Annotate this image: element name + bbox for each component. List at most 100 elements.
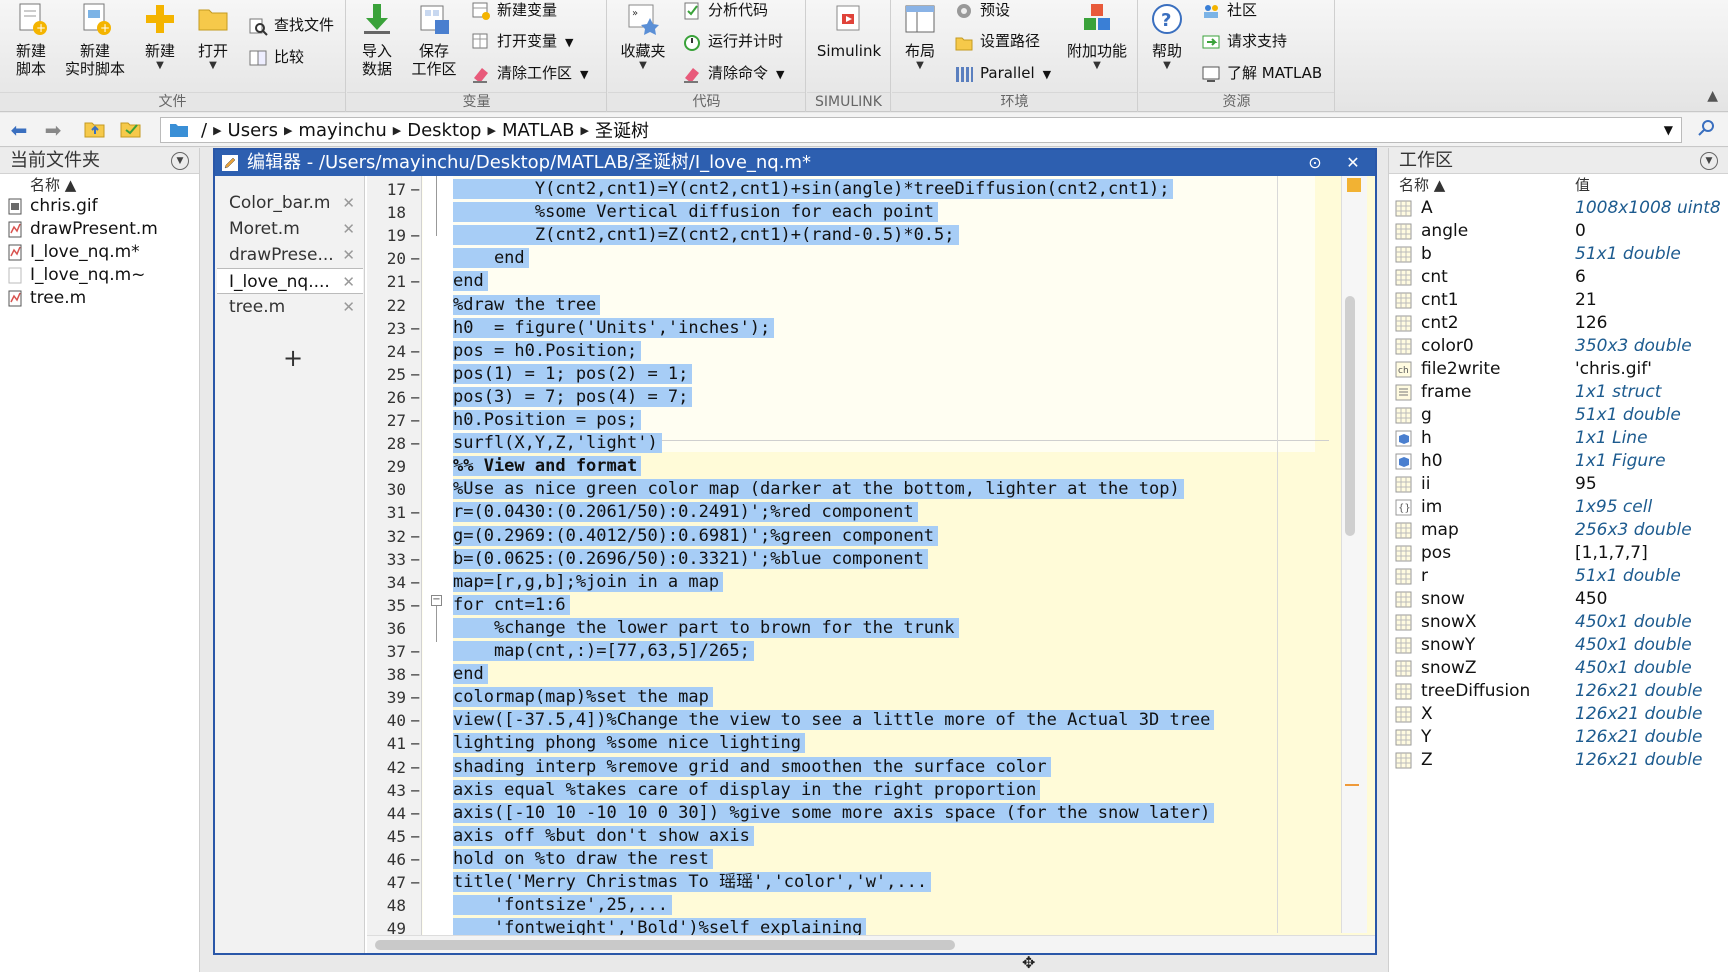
workspace-variable-row[interactable]: Z 126x21 double — [1389, 749, 1728, 772]
workspace-variable-row[interactable]: h 1x1 Line — [1389, 427, 1728, 450]
name-column-header[interactable]: 名称 ▲ — [1399, 174, 1445, 195]
code-line[interactable]: axis([-10 10 -10 10 0 30]) %give some mo… — [453, 802, 1215, 825]
new-button[interactable]: 新建 ▼ — [138, 0, 182, 90]
preferences-button[interactable]: 预设 — [954, 0, 1010, 25]
value-column-header[interactable]: 值 — [1575, 174, 1590, 195]
find-files-button[interactable]: 查找文件 — [248, 12, 334, 40]
breakpoint-marker-icon[interactable]: − — [410, 317, 420, 340]
line-number[interactable]: 23− — [367, 317, 422, 340]
breakpoint-marker-icon[interactable]: − — [410, 848, 420, 871]
breakpoint-marker-icon[interactable]: − — [410, 825, 420, 848]
breakpoint-marker-icon[interactable]: − — [410, 501, 420, 524]
line-number[interactable]: 43− — [367, 779, 422, 802]
code-line[interactable]: pos(1) = 1; pos(2) = 1; — [453, 363, 693, 386]
code-area[interactable]: 17−18 19−20−21−22 23−24−25−26−27−28−29 30 31… — [367, 176, 1375, 953]
line-number[interactable]: 27− — [367, 409, 422, 432]
breakpoint-marker-icon[interactable]: − — [410, 409, 420, 432]
fold-toggle-icon[interactable]: − — [431, 595, 442, 606]
breakpoint-marker-icon[interactable]: − — [410, 270, 420, 293]
code-line[interactable]: surfl(X,Y,Z,'light') — [453, 432, 662, 455]
workspace-variable-row[interactable]: frame 1x1 struct — [1389, 381, 1728, 404]
breakpoint-marker-icon[interactable]: − — [410, 363, 420, 386]
import-data-button[interactable]: 导入 数据 — [355, 0, 399, 90]
workspace-variable-row[interactable]: cnt 6 — [1389, 266, 1728, 289]
close-tab-icon[interactable]: ✕ — [342, 216, 355, 242]
breakpoint-marker-icon[interactable]: − — [410, 548, 420, 571]
path-segment-root[interactable]: / — [201, 120, 207, 141]
line-number[interactable]: 19− — [367, 224, 422, 247]
code-line[interactable]: map=[r,g,b];%join in a map — [453, 571, 724, 594]
add-tab-button[interactable]: + — [283, 344, 303, 372]
code-line[interactable]: Z(cnt2,cnt1)=Z(cnt2,cnt1)+(rand-0.5)*0.5… — [453, 224, 959, 247]
code-line[interactable]: h0 = figure('Units','inches'); — [453, 317, 775, 340]
breakpoint-marker-icon[interactable]: − — [410, 386, 420, 409]
path-segment[interactable]: 圣诞树 — [595, 117, 649, 143]
editor-menu-icon[interactable]: ⊙ — [1305, 153, 1325, 173]
code-line[interactable]: axis equal %takes care of display in the… — [453, 779, 1041, 802]
workspace-variable-row[interactable]: g 51x1 double — [1389, 404, 1728, 427]
line-number[interactable]: 42− — [367, 756, 422, 779]
workspace-variable-row[interactable]: {} im 1x95 cell — [1389, 496, 1728, 519]
path-dropdown-icon[interactable]: ▼ — [1664, 123, 1673, 137]
addons-button[interactable]: 附加功能 ▼ — [1062, 0, 1132, 90]
breakpoint-marker-icon[interactable]: − — [410, 340, 420, 363]
search-icon[interactable] — [1694, 118, 1720, 142]
analyze-code-button[interactable]: 分析代码 — [682, 0, 768, 25]
clear-commands-button[interactable]: 清除命令 ▼ — [682, 60, 784, 88]
line-number[interactable]: 22 — [367, 294, 422, 317]
vertical-scroll-thumb[interactable] — [1345, 296, 1355, 536]
workspace-variable-row[interactable]: Y 126x21 double — [1389, 726, 1728, 749]
code-line[interactable]: pos(3) = 7; pos(4) = 7; — [453, 386, 693, 409]
panel-menu-icon[interactable]: ▼ — [1700, 152, 1718, 170]
editor-tab[interactable]: Moret.m ✕ — [217, 216, 363, 242]
breakpoint-marker-icon[interactable]: − — [410, 594, 420, 617]
editor-tab[interactable]: tree.m ✕ — [217, 294, 363, 320]
code-line[interactable]: r=(0.0430:(0.2061/50):0.2491)';%red comp… — [453, 501, 918, 524]
file-list-item[interactable]: tree.m — [0, 287, 200, 310]
workspace-variable-row[interactable]: r 51x1 double — [1389, 565, 1728, 588]
layout-button[interactable]: 布局 ▼ — [900, 0, 940, 90]
breakpoint-marker-icon[interactable]: − — [410, 709, 420, 732]
save-workspace-button[interactable]: 保存 工作区 — [407, 0, 461, 90]
breakpoint-marker-icon[interactable]: − — [410, 571, 420, 594]
line-number[interactable]: 34− — [367, 571, 422, 594]
line-number[interactable]: 47− — [367, 871, 422, 894]
code-line[interactable]: view([-37.5,4])%Change the view to see a… — [453, 709, 1215, 732]
line-number[interactable]: 24− — [367, 340, 422, 363]
file-list-item[interactable]: chris.gif — [0, 195, 200, 218]
workspace-variable-row[interactable]: treeDiffusion 126x21 double — [1389, 680, 1728, 703]
code-line[interactable]: %some Vertical diffusion for each point — [453, 201, 939, 224]
workspace-variable-row[interactable]: snowZ 450x1 double — [1389, 657, 1728, 680]
breakpoint-marker-icon[interactable]: − — [410, 640, 420, 663]
line-number[interactable]: 36 — [367, 617, 422, 640]
path-field[interactable]: / ▶ Users ▶ mayinchu ▶ Desktop ▶ MATLAB ▶ 圣诞树… — [160, 117, 1682, 143]
up-folder-icon[interactable] — [82, 118, 108, 142]
breakpoint-marker-icon[interactable]: − — [410, 525, 420, 548]
horizontal-scroll-thumb[interactable] — [375, 940, 955, 950]
close-tab-icon[interactable]: ✕ — [342, 269, 355, 295]
code-line[interactable]: lighting phong %some nice lighting — [453, 732, 805, 755]
breakpoint-marker-icon[interactable]: − — [410, 802, 420, 825]
new-live-script-button[interactable]: + 新建 实时脚本 — [62, 0, 128, 90]
breakpoint-marker-icon[interactable]: − — [410, 178, 420, 201]
code-line[interactable]: for cnt=1:6 — [453, 594, 570, 617]
back-arrow-icon[interactable]: ⬅ — [6, 118, 32, 142]
new-variable-button[interactable]: 新建变量 — [471, 0, 557, 25]
line-number[interactable]: 31− — [367, 501, 422, 524]
breakpoint-marker-icon[interactable]: − — [410, 663, 420, 686]
vertical-scrollbar[interactable] — [1341, 176, 1367, 933]
code-line[interactable]: end — [453, 663, 488, 686]
code-line[interactable]: shading interp %remove grid and smoothen… — [453, 756, 1051, 779]
horizontal-scrollbar[interactable] — [367, 935, 1375, 953]
line-number[interactable]: 20− — [367, 247, 422, 270]
resize-handle-icon[interactable]: ✥ — [1022, 953, 1035, 972]
line-number[interactable]: 33− — [367, 548, 422, 571]
line-number[interactable]: 21− — [367, 270, 422, 293]
code-line[interactable]: colormap(map)%set the map — [453, 686, 713, 709]
line-number[interactable]: 48 — [367, 894, 422, 917]
file-list-item[interactable]: drawPresent.m — [0, 218, 200, 241]
browse-folder-icon[interactable] — [118, 118, 144, 142]
breakpoint-marker-icon[interactable]: − — [410, 247, 420, 270]
workspace-variable-row[interactable]: pos [1,1,7,7] — [1389, 542, 1728, 565]
workspace-variable-row[interactable]: X 126x21 double — [1389, 703, 1728, 726]
